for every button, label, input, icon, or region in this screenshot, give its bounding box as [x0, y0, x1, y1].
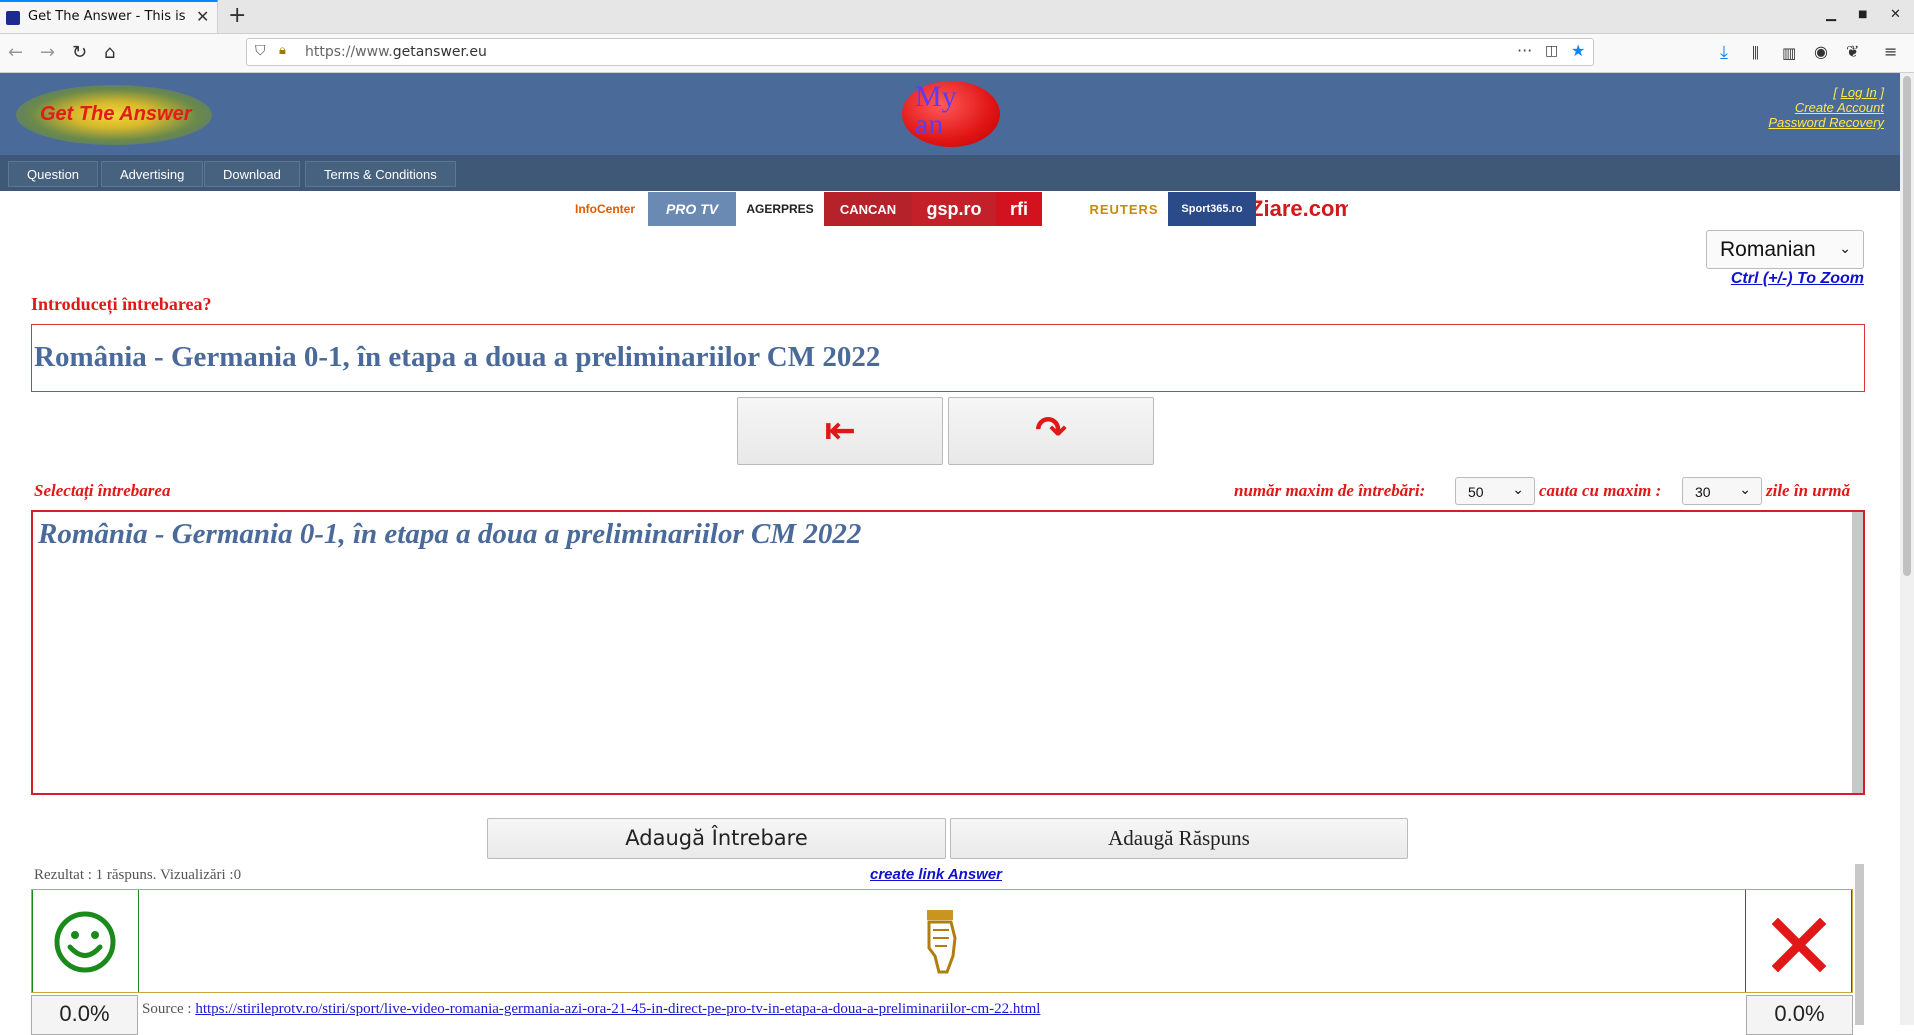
site-menu: Question Advertising Download Terms & Co…	[0, 155, 1900, 191]
news-logo-infocenter[interactable]: InfoCenter	[562, 192, 648, 226]
pointing-hand-icon	[927, 910, 957, 974]
minimize-icon[interactable]: ▁	[1826, 7, 1836, 22]
news-logo-protv[interactable]: PRO TV	[648, 192, 736, 226]
menu-advertising[interactable]: Advertising	[101, 161, 204, 187]
maximize-icon[interactable]: ■	[1858, 9, 1867, 20]
account-icon[interactable]: ◉	[1814, 42, 1828, 61]
new-tab-button[interactable]: +	[228, 3, 246, 28]
browser-tab-bar: Get The Answer - This is t ✕ + ▁ ■ ✕	[0, 0, 1914, 34]
chevron-down-icon: ⌄	[1739, 481, 1751, 497]
add-question-button[interactable]: Adaugă Întrebare	[487, 818, 946, 859]
max-questions-select[interactable]: 50 ⌄	[1455, 477, 1535, 505]
page-scrollbar-thumb[interactable]	[1903, 76, 1911, 576]
back-arrow-button[interactable]: ⇤	[737, 397, 943, 465]
library-icon[interactable]: ⫼	[1752, 44, 1759, 62]
pocket-icon[interactable]: ◫	[1545, 43, 1558, 59]
news-logo-sport365[interactable]: Sport365.ro	[1168, 192, 1256, 226]
create-account-link[interactable]: Create Account	[1795, 100, 1884, 115]
page-actions-icon[interactable]: ···	[1517, 41, 1532, 60]
site-logo-text: Get The Answer	[40, 103, 192, 125]
smiley-icon[interactable]	[53, 910, 117, 974]
add-answer-button[interactable]: Adaugă Răspuns	[950, 818, 1408, 859]
close-window-icon[interactable]: ✕	[1890, 7, 1901, 22]
language-select[interactable]: Romanian ⌄	[1706, 230, 1864, 269]
language-value: Romanian	[1720, 238, 1816, 261]
source-link[interactable]: https://stirileprotv.ro/stiri/sport/live…	[195, 1001, 1040, 1017]
menu-download[interactable]: Download	[204, 161, 300, 187]
menu-question[interactable]: Question	[8, 161, 99, 187]
search-days-value: 30	[1695, 484, 1711, 500]
bookmark-star-icon[interactable]: ★	[1571, 41, 1585, 60]
password-recovery-link[interactable]: Password Recovery	[1768, 115, 1884, 130]
question-input[interactable]: România - Germania 0-1, în etapa a doua …	[31, 324, 1865, 392]
search-max-label: cauta cu maxim :	[1539, 481, 1662, 500]
extension-icon[interactable]: ❦	[1846, 42, 1859, 61]
days-back-label: zile în urmă	[1766, 481, 1851, 500]
list-item[interactable]: România - Germania 0-1, în etapa a doua …	[38, 518, 861, 551]
answer-scrollbar[interactable]	[1855, 864, 1864, 1025]
menu-icon[interactable]: ≡	[1884, 42, 1897, 61]
menu-terms[interactable]: Terms & Conditions	[305, 161, 456, 187]
list-scrollbar[interactable]	[1852, 512, 1863, 793]
home-icon[interactable]: ⌂	[104, 42, 115, 63]
question-input-value: România - Germania 0-1, în etapa a doua …	[34, 341, 881, 373]
news-logo-gsp[interactable]: gsp.ro	[912, 192, 996, 226]
shield-icon[interactable]: ⛉	[255, 43, 266, 59]
close-x-icon[interactable]	[1772, 918, 1826, 972]
news-logo-cancan[interactable]: CANCAN	[824, 192, 912, 226]
back-icon[interactable]: ←	[8, 42, 23, 63]
browser-tab[interactable]: Get The Answer - This is t ✕	[0, 0, 218, 33]
lock-warning-icon[interactable]: 🔒︎	[279, 43, 286, 58]
address-bar[interactable]: ⛉ 🔒︎ https://www.getanswer.eu ··· ◫ ★	[246, 38, 1594, 66]
reload-icon[interactable]: ↻	[72, 42, 87, 63]
max-questions-label: număr maxim de întrebări:	[1234, 481, 1426, 500]
news-logo-reuters[interactable]: REUTERS	[1080, 192, 1168, 226]
downloads-icon[interactable]: ⤓	[1720, 42, 1728, 63]
url-text: https://www.getanswer.eu	[305, 44, 487, 60]
question-list[interactable]: România - Germania 0-1, în etapa a doua …	[31, 510, 1865, 795]
news-logo-rfi[interactable]: rfi	[996, 192, 1042, 226]
login-link[interactable]: Log In	[1841, 85, 1877, 100]
chevron-down-icon: ⌄	[1512, 481, 1524, 497]
like-cell[interactable]	[32, 890, 139, 992]
source-label: Source :	[142, 1001, 192, 1017]
zoom-hint-link[interactable]: Ctrl (+/-) To Zoom	[1731, 270, 1864, 288]
sidebar-icon[interactable]: ▥	[1782, 44, 1796, 62]
result-summary: Rezultat : 1 răspuns. Vizualizări :0	[34, 867, 242, 883]
account-links: [ Log In ] Create Account Password Recov…	[1768, 85, 1884, 130]
max-questions-value: 50	[1468, 484, 1484, 500]
chevron-down-icon: ⌄	[1839, 240, 1851, 256]
globe-logo-text: My an	[915, 80, 957, 141]
select-question-label: Selectați întrebarea	[34, 481, 171, 500]
dislike-percentage: 0.0%	[1746, 995, 1853, 1035]
site-header: Get The Answer My an [ Log In ] Create Ac…	[0, 73, 1900, 155]
answer-source: Source : https://stirileprotv.ro/stiri/s…	[142, 1001, 1040, 1018]
site-favicon-icon	[6, 11, 20, 25]
dislike-cell[interactable]	[1745, 890, 1852, 992]
tab-title: Get The Answer - This is t	[28, 9, 188, 24]
news-logo-ziare[interactable]: Ziare.com	[1256, 192, 1348, 226]
browser-nav-bar: ← → ↻ ⌂ ⛉ 🔒︎ https://www.getanswer.eu ··…	[0, 34, 1914, 73]
answer-row	[31, 889, 1853, 993]
close-tab-icon[interactable]: ✕	[196, 7, 209, 26]
news-logo-agerpres[interactable]: AGERPRES	[736, 192, 824, 226]
create-link-answer[interactable]: create link Answer	[870, 866, 1002, 883]
forward-icon[interactable]: →	[40, 42, 55, 63]
redo-button[interactable]: ↷	[948, 397, 1154, 465]
search-days-select[interactable]: 30 ⌄	[1682, 477, 1762, 505]
like-percentage: 0.0%	[31, 995, 138, 1035]
enter-question-label: Introduceți întrebarea?	[31, 294, 212, 314]
